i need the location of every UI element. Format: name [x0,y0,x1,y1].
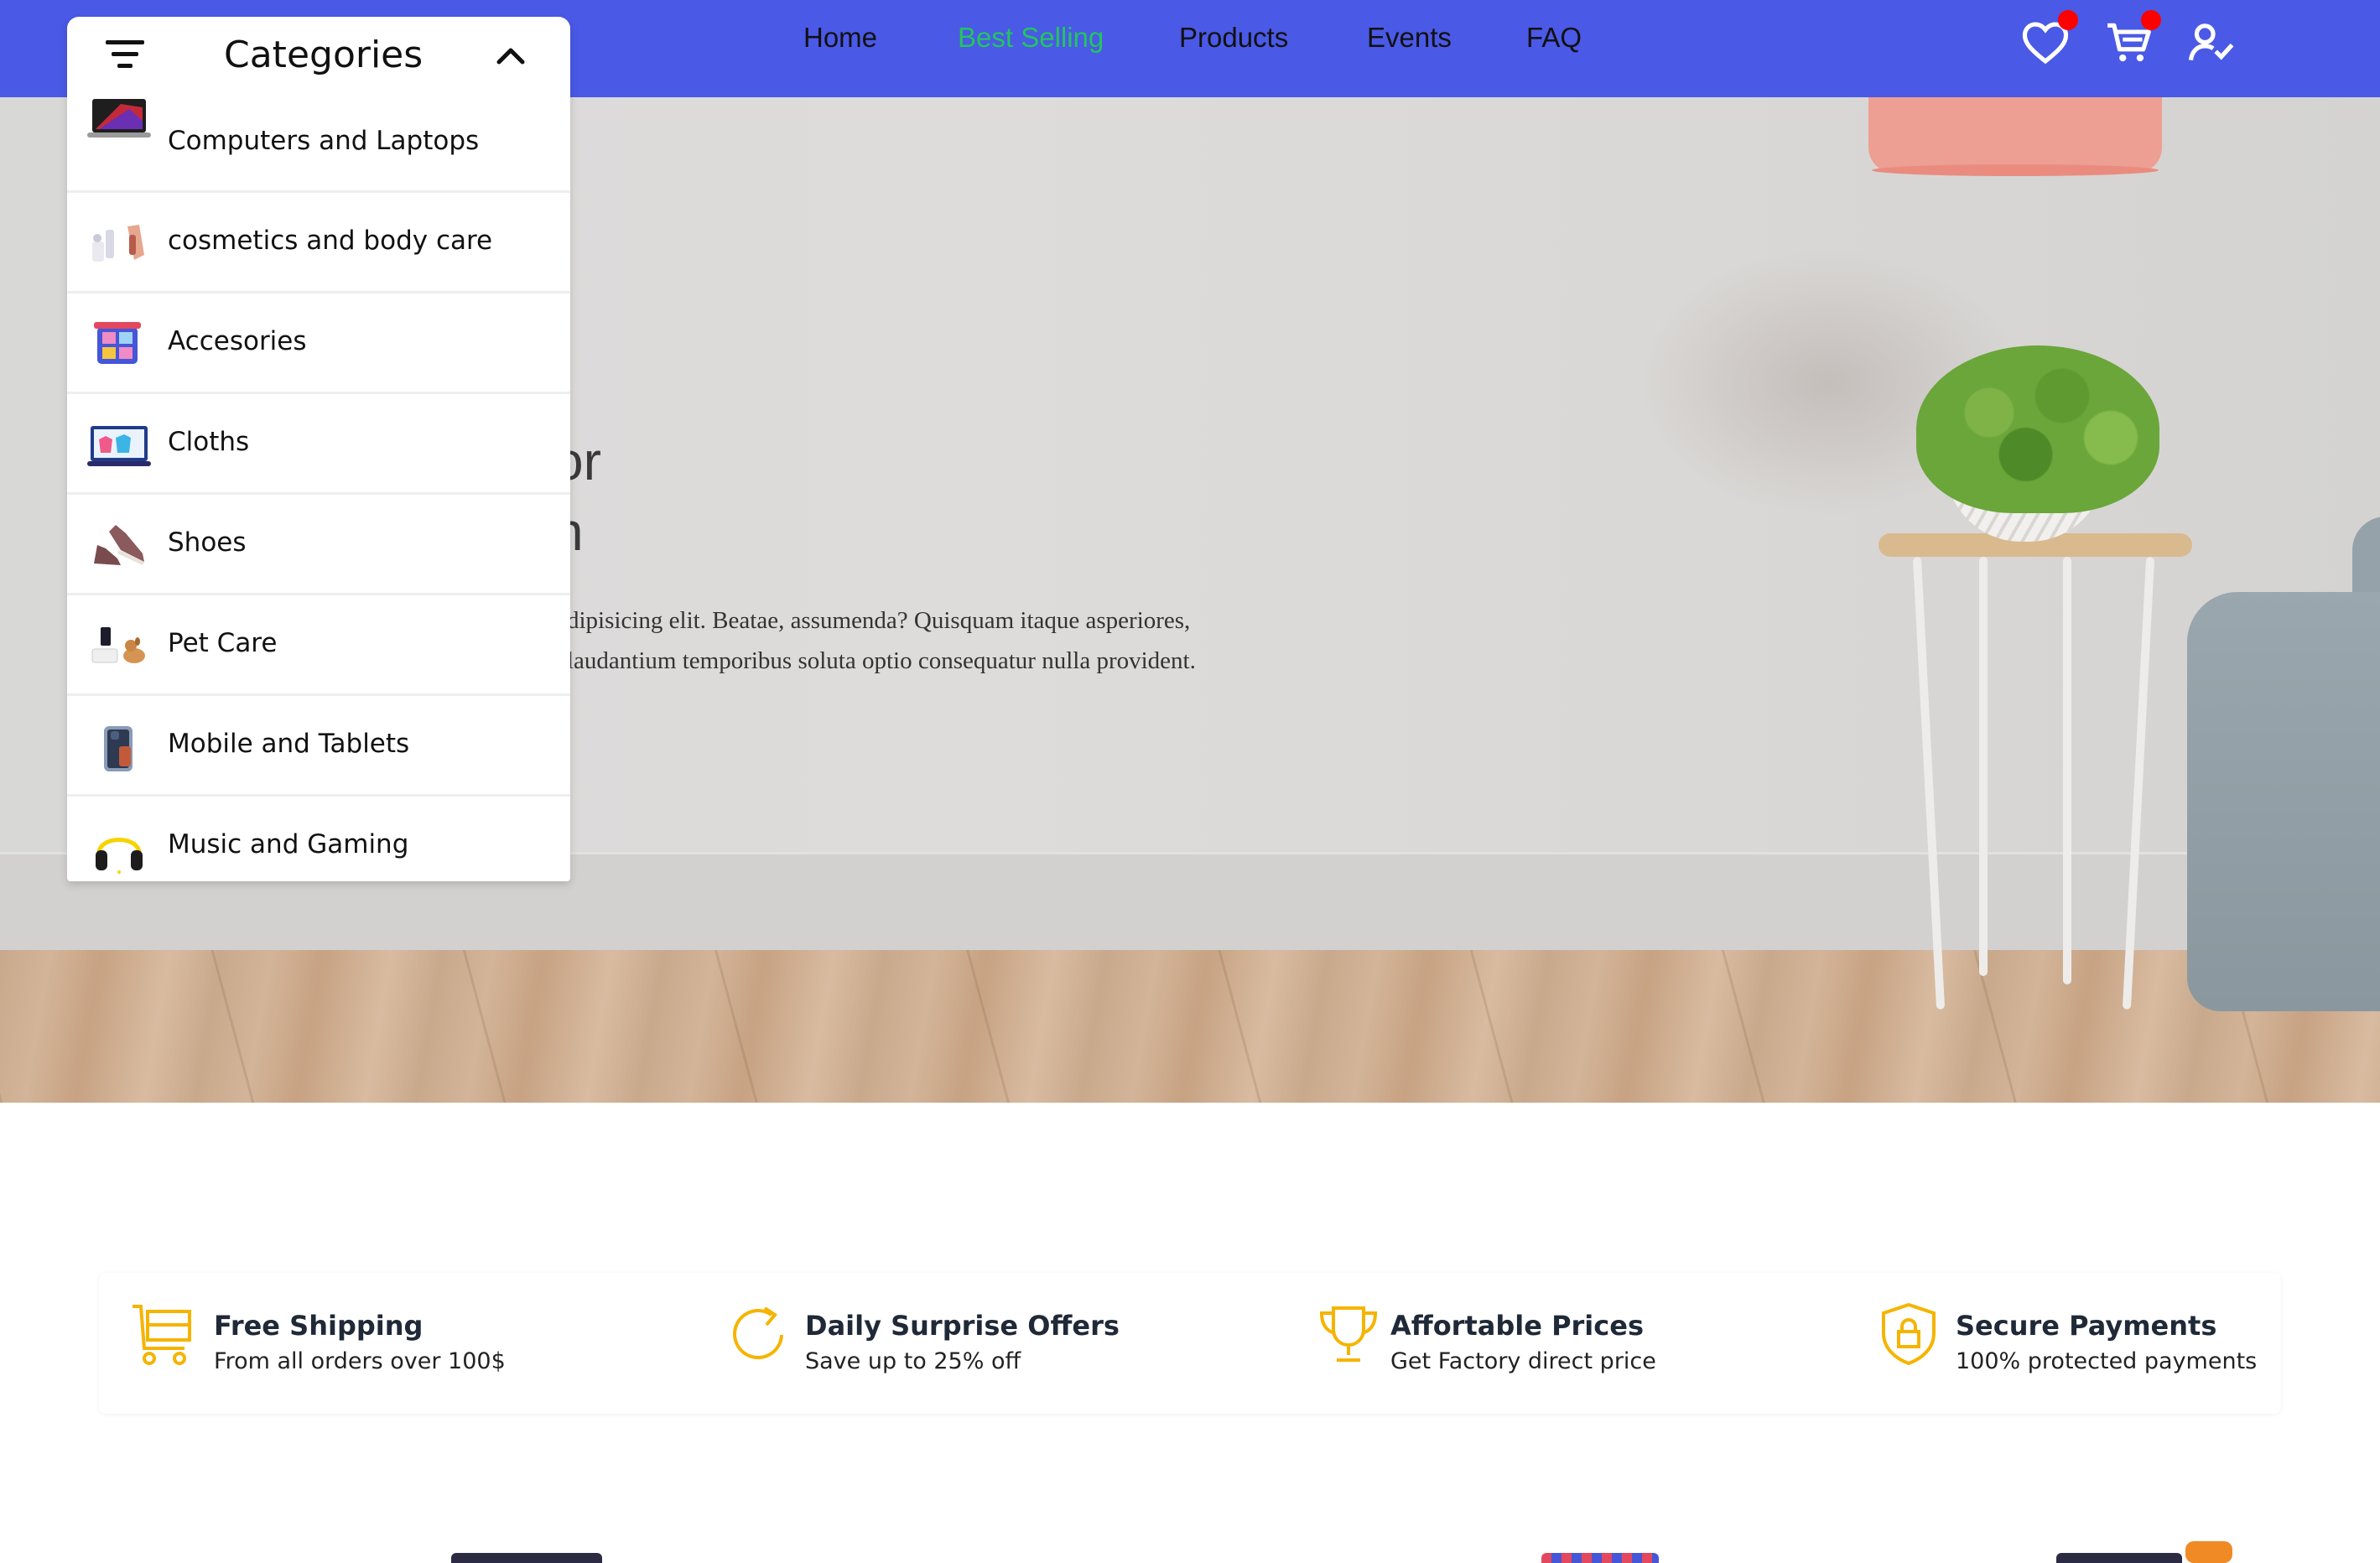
category-label: cosmetics and body care [168,226,493,256]
feature-title: Free Shipping [214,1310,424,1342]
features-strip: Free Shipping From all orders over 100$ … [99,1273,2281,1414]
category-item-music-and-gaming[interactable]: Music and Gaming [67,797,570,881]
nav-link-events[interactable]: Events [1367,18,1452,57]
feature-subtitle: From all orders over 100$ [214,1348,506,1374]
category-label: Mobile and Tablets [168,729,410,759]
hero-pendant-lamp [1868,97,2162,173]
product-image-peek [2056,1553,2182,1563]
laptop-thumbnail [87,96,151,149]
categories-dropdown: Categories Computers and Laptops cosmeti… [67,17,570,881]
category-item-cloths[interactable]: Cloths [67,394,570,495]
hero-floor-planks [0,950,2380,1103]
category-item-computers-and-laptops[interactable]: Computers and Laptops [67,94,570,193]
category-item-cosmetics-and-body-care[interactable]: cosmetics and body care [67,193,570,293]
categories-header[interactable]: Categories [67,17,570,97]
hero-description: dipisicing elit. Beatae, assumenda? Quis… [567,607,1196,674]
feature-title: Affortable Prices [1390,1310,1644,1342]
nav-link-home[interactable]: Home [803,18,877,57]
refresh-icon [726,1301,793,1368]
chevron-up-icon[interactable] [491,37,531,77]
product-image-peek [1541,1553,1659,1563]
feature-subtitle: 100% protected payments [1956,1348,2258,1374]
wishlist-badge [2058,10,2078,30]
hero-plant [1916,345,2159,513]
shoes-thumbnail [87,520,151,574]
feature-title: Daily Surprise Offers [805,1310,1120,1342]
category-label: Computers and Laptops [168,126,480,156]
cart-badge [2141,10,2161,30]
categories-list: Computers and Laptops cosmetics and body… [67,94,570,881]
hero-lamp-rim [1872,164,2159,176]
filter-icon [104,35,151,75]
feature-subtitle: Get Factory direct price [1390,1348,1656,1374]
nav-link-best-selling[interactable]: Best Selling [958,18,1104,57]
category-item-pet-care[interactable]: Pet Care [67,595,570,696]
hero-table-leg [2063,557,2071,984]
categories-title: Categories [224,34,424,76]
hero-table-leg [1979,557,1988,976]
shield-lock-icon [1875,1301,1942,1368]
accessories-thumbnail [87,319,151,372]
feature-subtitle: Save up to 25% off [805,1348,1021,1374]
category-item-accesories[interactable]: Accesories [67,293,570,394]
hero-sofa [2187,592,2380,1011]
nav-link-products[interactable]: Products [1179,18,1288,57]
product-image-peek [2185,1541,2232,1563]
headphones-thumbnail [87,822,151,875]
trophy-icon [1315,1301,1382,1368]
mobile-thumbnail [87,721,151,775]
category-label: Accesories [168,326,307,356]
cosmetics-thumbnail [87,218,151,272]
pet-care-thumbnail [87,621,151,674]
category-item-shoes[interactable]: Shoes [67,495,570,595]
shopping-cart-icon [129,1301,196,1368]
category-item-mobile-and-tablets[interactable]: Mobile and Tablets [67,696,570,797]
user-check-icon[interactable] [2185,17,2237,69]
category-label: Pet Care [168,628,278,658]
feature-title: Secure Payments [1956,1310,2217,1342]
product-image-peek [451,1553,602,1563]
category-label: Shoes [168,527,247,558]
category-label: Music and Gaming [168,829,409,859]
cloths-thumbnail [87,419,151,473]
nav-link-faq[interactable]: FAQ [1526,18,1582,57]
category-label: Cloths [168,427,250,457]
